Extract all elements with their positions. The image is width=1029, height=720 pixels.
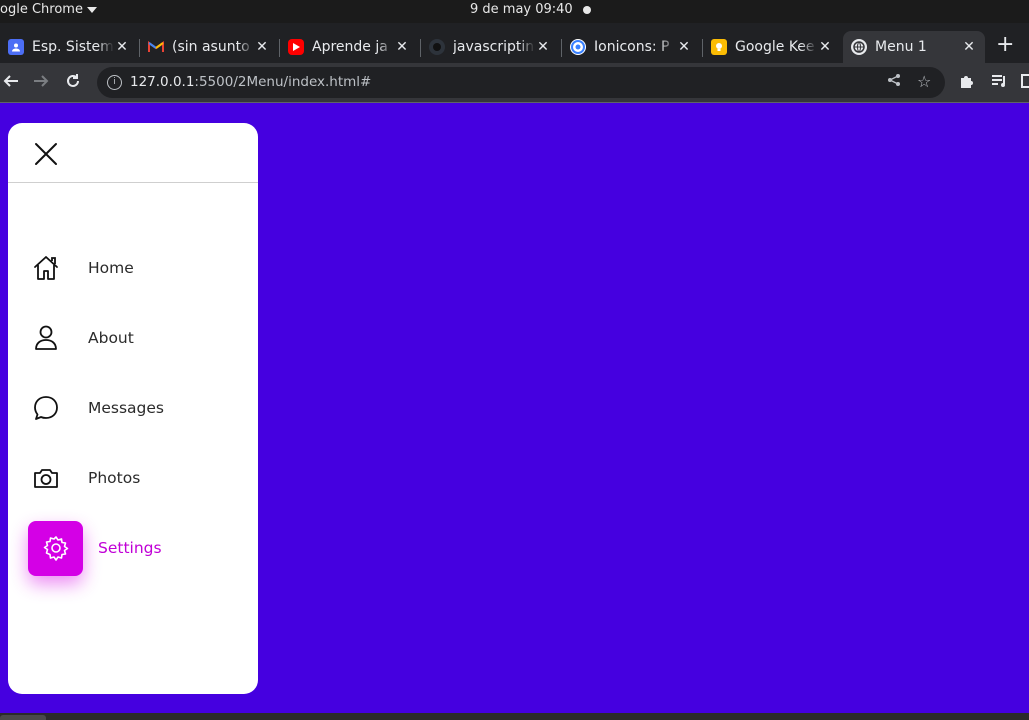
menu-item-messages[interactable]: Messages [8, 380, 258, 436]
menu-item-about[interactable]: About [8, 310, 258, 366]
extensions-puzzle-icon[interactable] [958, 72, 976, 95]
tab-title: Ionicons: P [594, 39, 670, 55]
bottom-edge-chip [0, 715, 46, 720]
os-clock[interactable]: 9 de may 09:40 [470, 2, 573, 17]
url-host: 127.0.0.1 [130, 74, 195, 90]
notification-dot-icon [583, 6, 591, 14]
tab-title: Menu 1 [875, 39, 927, 55]
menu-item-label: Settings [98, 539, 162, 557]
media-queue-icon[interactable] [990, 72, 1008, 95]
google-keep-icon [711, 39, 727, 55]
tab-gmail[interactable]: (sin asunto ✕ [140, 31, 278, 63]
menu-item-photos[interactable]: Photos [8, 450, 258, 506]
tab-ionicons[interactable]: Ionicons: P ✕ [562, 31, 700, 63]
close-icon[interactable]: ✕ [114, 39, 130, 55]
menu-item-label: Photos [88, 469, 141, 487]
share-icon[interactable] [887, 73, 901, 91]
page-viewport: Home About Messages Photos Settings [0, 103, 1029, 713]
menu-item-label: Messages [88, 399, 165, 417]
site-info-icon[interactable]: i [107, 75, 122, 90]
close-icon[interactable]: ✕ [676, 39, 692, 55]
browser-toolbar: i 127.0.0.1:5500/2Menu/index.html# ☆ [0, 63, 1029, 102]
url-text[interactable]: 127.0.0.1:5500/2Menu/index.html# [130, 74, 371, 90]
close-icon[interactable]: ✕ [254, 39, 270, 55]
tab-title: Aprende ja [312, 39, 388, 55]
person-icon [28, 320, 64, 356]
bottom-edge [0, 713, 1029, 720]
menu-item-label: Home [88, 259, 134, 277]
contact-card-icon [8, 39, 24, 55]
close-icon [35, 143, 57, 165]
os-top-bar: ogle Chrome 9 de may 09:40 [0, 0, 1029, 23]
back-arrow-icon[interactable] [2, 72, 20, 95]
close-icon[interactable]: ✕ [961, 39, 977, 55]
url-path: :5500/2Menu/index.html# [194, 74, 372, 90]
new-tab-plus-icon[interactable]: + [996, 34, 1014, 56]
github-icon [429, 39, 445, 55]
gear-icon [28, 520, 83, 576]
ionicons-icon [570, 39, 586, 55]
tab-esp-sistem[interactable]: Esp. Sistem ✕ [0, 31, 138, 63]
home-icon [28, 250, 64, 286]
os-app-name: ogle Chrome [0, 2, 83, 17]
tab-title: javascriptin [453, 39, 535, 55]
gmail-icon [148, 39, 164, 55]
globe-icon [851, 39, 867, 55]
chat-bubble-icon [28, 390, 64, 426]
close-menu-button[interactable] [32, 140, 60, 168]
youtube-icon [288, 39, 304, 55]
tab-title: Google Kee [735, 39, 815, 55]
menu-item-settings[interactable]: Settings [8, 520, 258, 576]
tab-strip: Esp. Sistem ✕ (sin asunto ✕ Aprende ja ✕… [0, 23, 1029, 63]
side-panel-icon[interactable] [1020, 72, 1029, 95]
close-icon[interactable]: ✕ [394, 39, 410, 55]
menu-item-home[interactable]: Home [8, 240, 258, 296]
menu-item-label: About [88, 329, 134, 347]
tab-youtube[interactable]: Aprende ja ✕ [280, 31, 418, 63]
os-app-menu[interactable]: ogle Chrome [0, 2, 97, 17]
bookmark-star-icon[interactable]: ☆ [917, 72, 931, 91]
reload-icon[interactable] [64, 72, 82, 95]
forward-arrow-icon[interactable] [32, 72, 50, 95]
tab-menu-1[interactable]: Menu 1 ✕ [843, 31, 985, 63]
close-icon[interactable]: ✕ [535, 39, 551, 55]
tab-github[interactable]: javascriptin ✕ [421, 31, 559, 63]
address-bar[interactable]: i 127.0.0.1:5500/2Menu/index.html# ☆ [97, 67, 945, 98]
tab-title: Esp. Sistem [32, 39, 114, 55]
tab-title: (sin asunto [172, 39, 250, 55]
camera-icon [28, 460, 64, 496]
close-icon[interactable]: ✕ [817, 39, 833, 55]
menu-header [8, 123, 258, 183]
caret-down-icon [86, 6, 97, 13]
tab-google-keep[interactable]: Google Kee ✕ [703, 31, 841, 63]
side-menu: Home About Messages Photos Settings [8, 123, 258, 694]
